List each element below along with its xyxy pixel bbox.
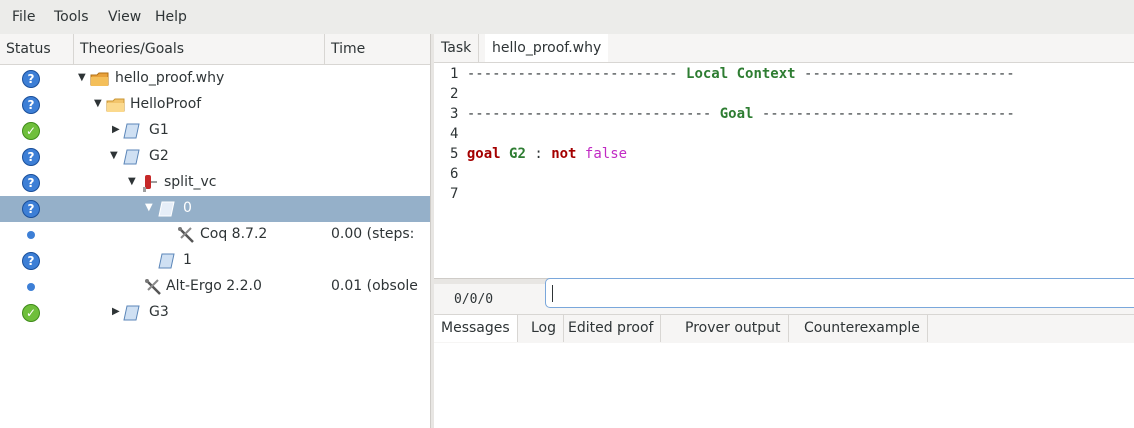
goal-scroll-icon: [158, 201, 175, 217]
expanded-arrow-icon[interactable]: ▼: [128, 176, 136, 187]
tab-task[interactable]: Task: [434, 34, 480, 62]
tab-counterexample[interactable]: Counterexample: [797, 315, 928, 342]
tree-label: hello_proof.why: [115, 70, 225, 86]
task-line-1: 1 ------------------------- Local Contex…: [450, 66, 1015, 82]
tree-label: G2: [149, 148, 169, 164]
tab-edited-proof[interactable]: Edited proof: [561, 315, 662, 342]
tree-row-goal-0[interactable]: ? ▼ 0: [0, 196, 430, 222]
tree-row-goal-1[interactable]: ? 1: [0, 248, 430, 274]
file-folder-icon: [90, 72, 109, 86]
tree-label: 1: [183, 252, 192, 268]
tab-hello-proof-why[interactable]: hello_proof.why: [485, 34, 609, 62]
command-bar: 0/0/0: [434, 278, 1134, 314]
unknown-status-icon: ?: [22, 96, 40, 114]
tree-row-split-vc[interactable]: ? ▼ split_vc: [0, 170, 430, 196]
task-view[interactable]: 1 ------------------------- Local Contex…: [434, 63, 1134, 278]
time-value: 0.01 (obsole: [331, 278, 418, 294]
valid-status-icon: ✓: [22, 122, 40, 140]
menu-bar: File Tools View Help: [0, 0, 1134, 35]
prover-status-dot-icon: [27, 231, 35, 239]
task-line-3: 3 ----------------------------- Goal ---…: [450, 106, 1015, 122]
time-value: 0.00 (steps:: [331, 226, 415, 242]
theory-folder-icon: [106, 98, 125, 112]
valid-status-icon: ✓: [22, 304, 40, 322]
collapsed-arrow-icon[interactable]: ▶: [112, 124, 120, 135]
menu-view[interactable]: View: [108, 9, 141, 25]
tree-label: G3: [149, 304, 169, 320]
task-line-5: 5 goal G2 : not false: [450, 146, 628, 162]
tree-label: G1: [149, 122, 169, 138]
tree-row-g3[interactable]: ✓ ▶ G3: [0, 300, 430, 326]
goal-scroll-icon: [123, 123, 140, 139]
column-time[interactable]: Time: [325, 34, 430, 64]
column-status[interactable]: Status: [0, 34, 74, 64]
command-input[interactable]: [545, 278, 1134, 308]
unknown-status-icon: ?: [22, 174, 40, 192]
message-tabs: Messages Log Edited proof Prover output …: [434, 314, 1134, 344]
tree-label: Coq 8.7.2: [200, 226, 268, 242]
goal-counter: 0/0/0: [454, 292, 494, 307]
goal-scroll-icon: [123, 305, 140, 321]
task-line-2: 2: [450, 86, 459, 102]
tree-row-coq[interactable]: Coq 8.7.2 0.00 (steps:: [0, 222, 430, 248]
tab-messages[interactable]: Messages: [434, 315, 518, 342]
expanded-arrow-icon[interactable]: ▼: [78, 72, 86, 83]
prover-tool-icon: [178, 227, 194, 243]
tree-label: Alt-Ergo 2.2.0: [166, 278, 262, 294]
goal-scroll-icon: [123, 149, 140, 165]
task-line-7: 7: [450, 186, 459, 202]
tree-label: HelloProof: [130, 96, 202, 112]
collapsed-arrow-icon[interactable]: ▶: [112, 306, 120, 317]
proof-tree-panel: Status Theories/Goals Time ? ▼ hello_pro…: [0, 34, 430, 428]
unknown-status-icon: ?: [22, 252, 40, 270]
right-panel: Task hello_proof.why 1 -----------------…: [434, 34, 1134, 428]
task-line-6: 6: [450, 166, 459, 182]
unknown-status-icon: ?: [22, 148, 40, 166]
tree-header: Status Theories/Goals Time: [0, 34, 430, 65]
prover-tool-icon: [145, 279, 161, 295]
column-theories-goals[interactable]: Theories/Goals: [74, 34, 325, 64]
unknown-status-icon: ?: [22, 70, 40, 88]
goal-scroll-icon: [158, 253, 175, 269]
tree-row-helloproof[interactable]: ? ▼ HelloProof: [0, 92, 430, 118]
text-caret: [552, 285, 553, 302]
tree-row-g1[interactable]: ✓ ▶ G1: [0, 118, 430, 144]
tab-log[interactable]: Log: [524, 315, 565, 342]
expanded-arrow-icon[interactable]: ▼: [110, 150, 118, 161]
messages-area[interactable]: [434, 343, 1134, 428]
menu-tools[interactable]: Tools: [54, 9, 89, 25]
editor-tabs: Task hello_proof.why: [434, 34, 1134, 63]
tree-row-alt-ergo[interactable]: Alt-Ergo 2.2.0 0.01 (obsole: [0, 274, 430, 300]
tree-label: 0: [183, 200, 192, 216]
menu-file[interactable]: File: [12, 9, 35, 25]
tree-row-g2[interactable]: ? ▼ G2: [0, 144, 430, 170]
tab-prover-output[interactable]: Prover output: [678, 315, 789, 342]
transformation-icon: [143, 175, 157, 192]
task-line-4: 4: [450, 126, 459, 142]
tree-label: split_vc: [164, 174, 217, 190]
menu-help[interactable]: Help: [155, 9, 187, 25]
expanded-arrow-icon[interactable]: ▼: [145, 202, 153, 213]
expanded-arrow-icon[interactable]: ▼: [94, 98, 102, 109]
prover-status-dot-icon: [27, 283, 35, 291]
unknown-status-icon: ?: [22, 200, 40, 218]
tree-row-hello-proof-why[interactable]: ? ▼ hello_proof.why: [0, 66, 430, 92]
